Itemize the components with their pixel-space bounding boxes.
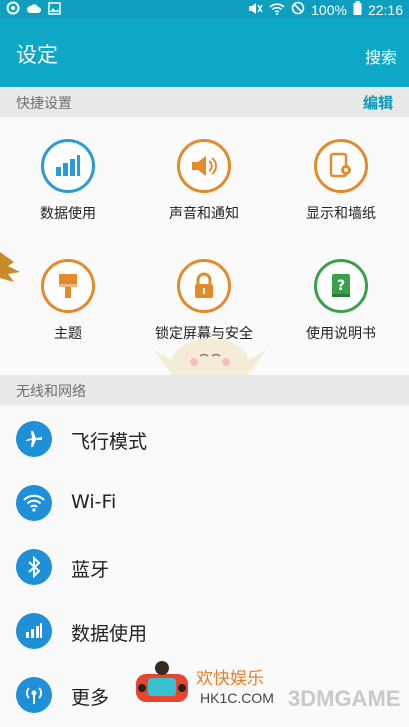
page-title: 设定 bbox=[16, 43, 58, 67]
quick-item-display[interactable]: 显示和墙纸 bbox=[273, 139, 409, 223]
watermark-brand: 3DMGAME bbox=[288, 686, 401, 711]
network-section-title: 无线和网络 bbox=[16, 384, 86, 400]
list-item-label: 飞行模式 bbox=[71, 431, 148, 453]
list-item-bluetooth[interactable]: 蓝牙 bbox=[0, 535, 409, 599]
list-item-label: 数据使用 bbox=[71, 623, 148, 645]
quick-item-sound[interactable]: 声音和通知 bbox=[136, 139, 272, 223]
quick-item-label: 数据使用 bbox=[40, 206, 96, 222]
leaf-decoration-icon bbox=[0, 252, 20, 282]
bluetooth-icon bbox=[16, 549, 52, 585]
gamer-mascot-icon bbox=[136, 661, 188, 702]
more-connections-icon bbox=[16, 677, 52, 713]
quick-item-label: 显示和墙纸 bbox=[306, 206, 376, 222]
watermark-site: HK1C.COM bbox=[200, 690, 274, 706]
clock: 22:16 bbox=[367, 2, 403, 18]
no-signal-icon bbox=[291, 1, 305, 19]
search-button[interactable]: 搜索 bbox=[365, 44, 397, 68]
wifi-status-icon bbox=[269, 2, 285, 19]
cloud-icon bbox=[26, 2, 42, 18]
quick-item-user-manual[interactable]: ? 使用说明书 bbox=[273, 259, 409, 343]
quick-item-label: 使用说明书 bbox=[306, 326, 376, 342]
status-right-icons: 100% 22:16 bbox=[247, 1, 403, 19]
edit-button[interactable]: 编辑 bbox=[363, 92, 393, 113]
list-item-airplane-mode[interactable]: 飞行模式 bbox=[0, 407, 409, 471]
data-usage-icon bbox=[16, 613, 52, 649]
list-item-label: Wi-Fi bbox=[71, 491, 117, 513]
app-bar: 设定 搜索 bbox=[0, 19, 409, 87]
lock-icon bbox=[177, 259, 231, 313]
battery-percent: 100% bbox=[311, 2, 347, 18]
wifi-icon bbox=[16, 485, 52, 521]
quick-item-label: 主题 bbox=[54, 326, 82, 342]
svg-text:?: ? bbox=[337, 278, 345, 294]
battery-icon bbox=[353, 1, 362, 19]
list-item-label: 蓝牙 bbox=[71, 559, 110, 581]
mute-icon bbox=[247, 2, 263, 19]
sync-icon bbox=[6, 1, 20, 19]
quick-item-data-usage[interactable]: 数据使用 bbox=[0, 139, 136, 223]
theme-brush-icon bbox=[41, 259, 95, 313]
list-item-data-usage[interactable]: 数据使用 bbox=[0, 599, 409, 663]
airplane-icon bbox=[16, 421, 52, 457]
network-section-header: 无线和网络 bbox=[0, 375, 409, 405]
quick-settings-title: 快捷设置 bbox=[16, 96, 72, 112]
quick-settings-header: 快捷设置 编辑 bbox=[0, 87, 409, 117]
status-bar: 100% 22:16 bbox=[0, 0, 409, 19]
help-book-icon: ? bbox=[314, 259, 368, 313]
display-icon bbox=[314, 139, 368, 193]
list-item-label: 更多 bbox=[71, 687, 110, 709]
sound-icon bbox=[177, 139, 231, 193]
quick-item-label: 声音和通知 bbox=[169, 206, 239, 222]
watermark-cn-text: 欢快娱乐 bbox=[196, 669, 264, 689]
data-usage-icon bbox=[41, 139, 95, 193]
image-icon bbox=[48, 1, 61, 19]
status-left-icons bbox=[6, 1, 61, 19]
list-item-wifi[interactable]: Wi-Fi bbox=[0, 471, 409, 535]
